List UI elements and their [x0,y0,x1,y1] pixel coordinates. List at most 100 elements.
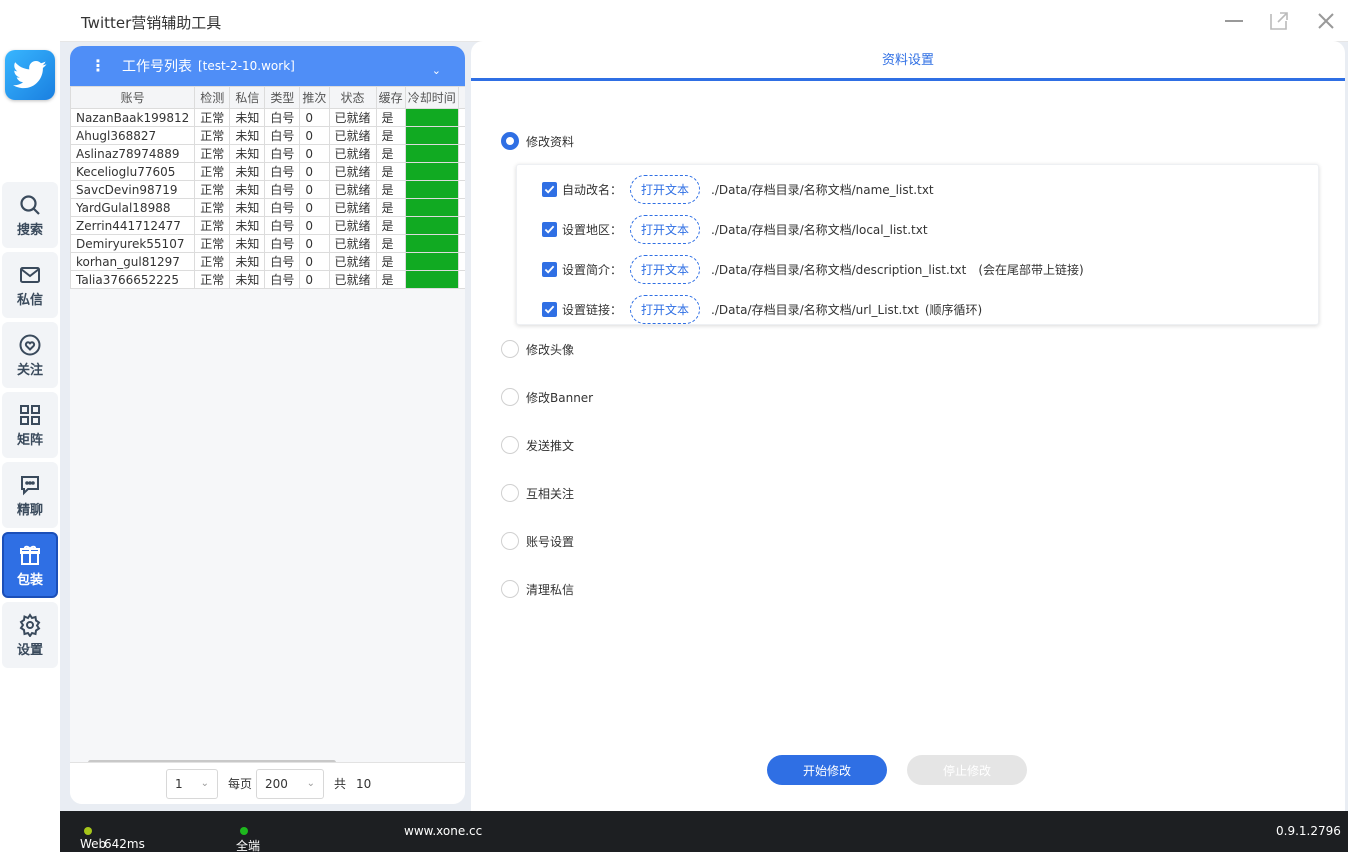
nav-search[interactable]: 搜索 [2,182,58,248]
close-button[interactable] [1315,10,1337,32]
cell-count: 0 [299,180,330,199]
site-link[interactable]: www.xone.cc [404,824,482,838]
table-row[interactable]: SavcDevin98719 正常 未知 白号 0 已就绪是 [70,180,465,199]
popout-button[interactable] [1268,10,1290,32]
table-row[interactable]: Kecelioglu77605 正常 未知 白号 0 已就绪是 [70,162,465,181]
radio-selected[interactable] [501,132,519,150]
per-page-select[interactable]: 200 ⌄ [256,768,325,799]
open-text-button[interactable]: 打开文本 [630,175,701,204]
column-header[interactable]: 检测 [194,86,231,109]
column-header[interactable]: 缓存 [375,86,406,109]
work-file-name: [test-2-10.work] [198,59,295,73]
nav-settings[interactable]: 设置 [2,602,58,668]
page-select[interactable]: 1 ⌄ [166,768,218,799]
option-edit-profile[interactable]: 修改资料 [501,132,574,150]
cell-check: 正常 [194,180,231,199]
checkbox-checked[interactable] [542,222,557,237]
radio-unselected[interactable] [501,388,519,406]
table-row[interactable]: Demiryurek55107 正常 未知 白号 0 已就绪是 [70,234,465,253]
option-label: 清理私信 [526,582,575,597]
radio-unselected[interactable] [501,340,519,358]
column-header[interactable]: 私信 [229,86,266,109]
radio-unselected[interactable] [501,436,519,454]
cell-dm: 未知 [229,144,266,163]
option-label: 互相关注 [526,486,575,501]
file-path: ./Data/存档目录/名称文档/name_list.txt [711,183,934,197]
chevron-down-icon[interactable]: ⌄ [432,64,441,77]
cell-check: 正常 [194,270,231,289]
cell-type: 白号 [264,180,301,199]
checkbox-checked[interactable] [542,182,557,197]
column-header[interactable]: 冷却时间 [404,86,459,109]
file-path: ./Data/存档目录/名称文档/description_list.txt [711,263,967,277]
cell-cache: 是 [375,180,406,199]
checkbox-checked[interactable] [542,302,557,317]
minimize-button[interactable] [1223,10,1245,32]
heart-icon [19,334,41,355]
sub-item-name: 自动改名： 打开文本 ./Data/存档目录/名称文档/name_list.tx… [542,175,934,204]
title-bar: Twitter营销辅助工具 [60,0,1348,42]
radio-unselected[interactable] [501,580,519,598]
search-icon [20,194,40,215]
cell-cooldown [404,162,459,181]
nav-chat[interactable]: 精聊 [2,462,58,528]
cell-dm: 未知 [229,216,266,235]
cell-count: 0 [299,198,330,217]
open-text-button[interactable]: 打开文本 [630,295,701,324]
cell-extra [457,216,465,235]
stop-edit-button[interactable]: 停止修改 [907,755,1027,785]
option-label: 账号设置 [526,534,575,549]
all-port-status: 全端口： [236,824,260,852]
start-edit-button[interactable]: 开始修改 [767,755,887,785]
cell-check: 正常 [194,144,231,163]
nav-label: 设置 [16,642,43,658]
nav-matrix[interactable]: 矩阵 [2,392,58,458]
option-clear-messages[interactable]: 清理私信 [501,580,574,598]
radio-unselected[interactable] [501,532,519,550]
cell-type: 白号 [264,252,301,271]
cell-account: korhan_gul81297 [70,252,196,271]
option-send-tweet[interactable]: 发送推文 [501,436,574,454]
nav-package[interactable]: 包装 [2,532,58,598]
table-row[interactable]: Aslinaz78974889 正常 未知 白号 0 已就绪是 [70,144,465,163]
column-header[interactable]: 状态 [328,86,377,109]
option-account-settings[interactable]: 账号设置 [501,532,574,550]
cell-status: 已就绪 [328,126,377,145]
cell-extra [457,144,465,163]
nav-follow[interactable]: 关注 [2,322,58,388]
cell-extra [457,252,465,271]
table-row[interactable]: NazanBaak199812 正常 未知 白号 0 已就绪是 [70,108,465,127]
sub-item-label: 设置链接： [562,303,623,317]
column-header[interactable]: 推次 [299,86,330,109]
cell-cooldown [404,216,459,235]
cell-extra [457,108,465,127]
cell-dm: 未知 [229,162,266,181]
option-edit-avatar[interactable]: 修改头像 [501,340,574,358]
menu-dots-icon[interactable]: ⋮ [90,58,106,74]
table-row[interactable]: Talia3766652225 正常 未知 白号 0 已就绪是 [70,270,465,289]
nav-messages[interactable]: 私信 [2,252,58,318]
table-row[interactable]: Ahugl368827 正常 未知 白号 0 已就绪是 [70,126,465,145]
option-edit-banner[interactable]: 修改Banner [501,388,593,406]
popout-icon [1270,12,1288,30]
cell-status: 已就绪 [328,108,377,127]
table-row[interactable]: YardGulal18988 正常 未知 白号 0 已就绪是 [70,198,465,217]
cell-cache: 是 [375,270,406,289]
option-mutual-follow[interactable]: 互相关注 [501,484,574,502]
table-row[interactable]: korhan_gul81297 正常 未知 白号 0 已就绪是 [70,252,465,271]
checkbox-checked[interactable] [542,262,557,277]
grid-icon [20,404,40,425]
chevron-down-icon: ⌄ [306,777,316,789]
open-text-button[interactable]: 打开文本 [630,255,701,284]
edit-profile-options: 自动改名： 打开文本 ./Data/存档目录/名称文档/name_list.tx… [516,164,1319,325]
tab-profile-settings[interactable]: 资料设置 [471,41,1345,81]
column-header[interactable]: 类型 [264,86,301,109]
open-text-button[interactable]: 打开文本 [630,215,701,244]
cell-type: 白号 [264,162,301,181]
table-row[interactable]: Zerrin441712477 正常 未知 白号 0 已就绪是 [70,216,465,235]
cell-count: 0 [299,108,330,127]
sidebar-nav: 搜索 私信 关注 矩阵 精聊 包装 设置 [2,182,58,672]
column-header[interactable]: 账号 [70,86,196,109]
cell-account: NazanBaak199812 [70,108,196,127]
radio-unselected[interactable] [501,484,519,502]
